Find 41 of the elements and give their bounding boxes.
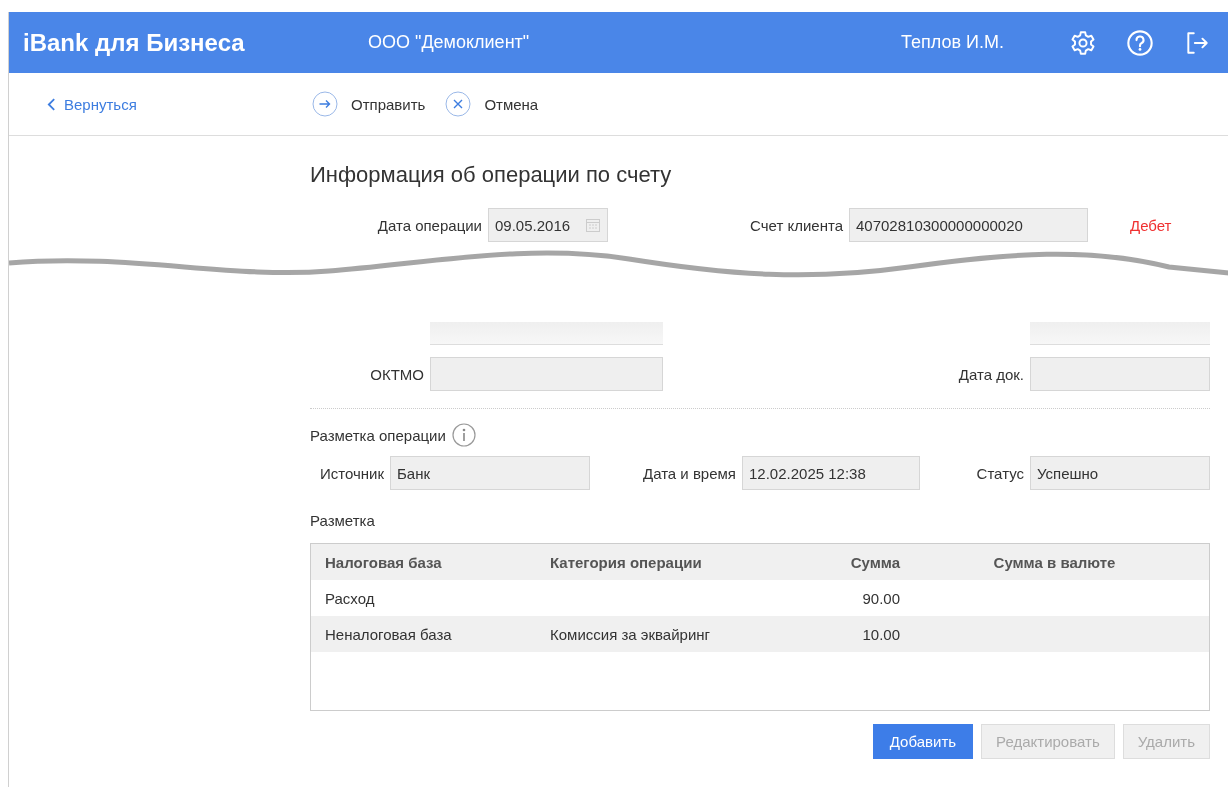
field-label: Дата и время	[641, 464, 737, 482]
field-label: Дата док.	[957, 365, 1025, 383]
table-cell-text: Неналоговая база	[324, 625, 453, 643]
field-label: Дата операции	[376, 216, 483, 234]
section-title: Разметка операции	[310, 426, 446, 444]
column-header[interactable]: Сумма в валюте	[900, 553, 1209, 571]
column-header[interactable]: Категория операции	[550, 553, 770, 571]
field-label: ОКТМО	[369, 365, 425, 383]
document-date-field[interactable]	[1030, 357, 1210, 391]
organization-name: ООО "Демоклиент"	[368, 32, 530, 53]
datetime-field[interactable]: 12.02.2025 12:38	[742, 456, 920, 490]
cross-circle-icon	[445, 91, 472, 117]
logout-icon[interactable]	[1184, 29, 1210, 56]
column-header[interactable]: Налоговая база	[311, 553, 550, 571]
user-name[interactable]: Теплов И.М.	[901, 32, 1004, 53]
field-label: Источник	[318, 464, 385, 482]
send-button[interactable]: Отправить	[312, 91, 426, 117]
chevron-left-icon	[47, 97, 56, 111]
back-link[interactable]: Вернуться	[47, 95, 312, 113]
field-label: Счет клиента	[749, 216, 844, 234]
status-field[interactable]: Успешно	[1030, 456, 1210, 490]
app-title: iBank для Бизнеса	[23, 28, 246, 57]
page-title: Информация об операции по счету	[310, 161, 673, 189]
date-field[interactable]: 09.05.2016	[488, 208, 608, 242]
settings-icon[interactable]	[1070, 29, 1096, 56]
cancel-button[interactable]: Отмена	[445, 91, 539, 117]
table-cell-text: Комиссия за эквайринг	[550, 625, 712, 643]
table-title: Разметка	[310, 512, 376, 529]
field-label: Статус	[975, 464, 1025, 482]
debit-label: Дебет	[1130, 216, 1172, 234]
arrow-circle-icon	[312, 91, 338, 117]
table-cell-text: 90.00	[861, 589, 900, 607]
account-field[interactable]: 40702810300000000020	[849, 208, 1088, 242]
table-cell-text: 10.00	[861, 625, 900, 643]
oktmo-field[interactable]	[430, 357, 663, 391]
table-cell-text: Расход	[324, 589, 376, 607]
source-field[interactable]: Банк	[390, 456, 590, 490]
info-icon[interactable]	[451, 423, 476, 447]
column-header[interactable]: Сумма	[770, 553, 900, 571]
help-icon[interactable]	[1126, 28, 1154, 57]
add-button[interactable]: Добавить	[872, 724, 974, 759]
